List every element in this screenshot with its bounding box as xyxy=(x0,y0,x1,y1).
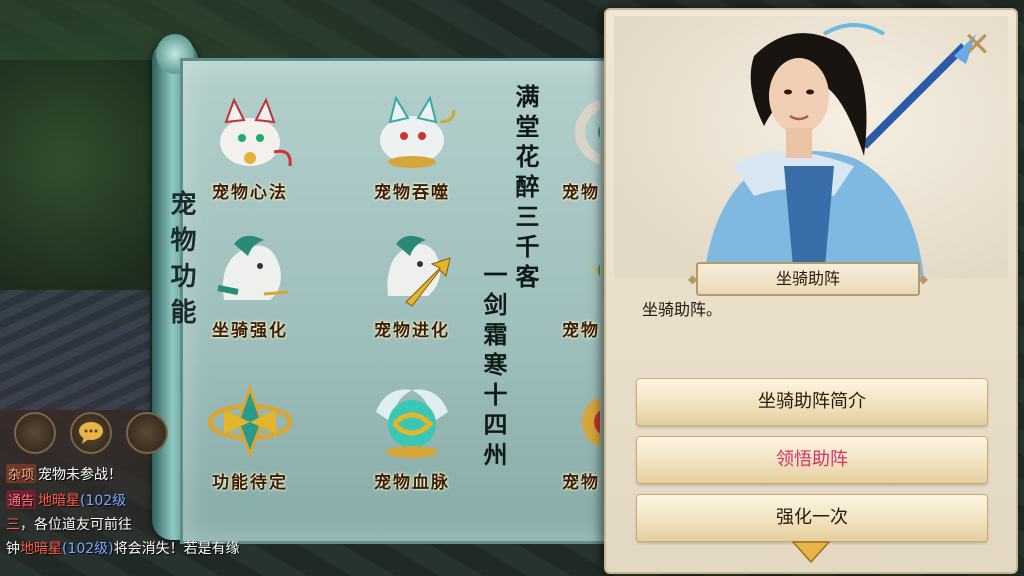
pet-item-pending[interactable]: 功能待定 xyxy=(190,382,310,507)
chat-line: 杂项 宠物未参战！ xyxy=(6,464,122,484)
chat-level: (102级) xyxy=(62,541,114,557)
chat-line: 通告 地暗星(102级 xyxy=(6,490,126,510)
speech-bubble-icon[interactable] xyxy=(70,412,112,454)
poem-line-left: 一剑霜寒十四州 xyxy=(479,262,508,472)
dialog-description: 坐骑助阵。 xyxy=(642,300,723,319)
npc-portrait: ✕ xyxy=(614,16,1008,278)
white-cat-pet-icon xyxy=(204,92,296,172)
pet-item-partial-1[interactable]: 宠物 xyxy=(540,92,600,217)
pet-item-label: 宠物 xyxy=(562,183,600,203)
chat-level: (102级 xyxy=(80,493,127,509)
ring-emblem-icon xyxy=(562,92,600,172)
chat-text: ，各位道友可前往 xyxy=(20,517,132,533)
chat-name[interactable]: 地暗星 xyxy=(38,493,80,509)
pet-item-devour[interactable]: 宠物吞噬 xyxy=(352,92,472,217)
chat-text: 宠物未参战！ xyxy=(38,467,123,483)
pet-item-partial-2[interactable]: 宠物 xyxy=(540,230,600,355)
enhance-once-button[interactable]: 强化一次 xyxy=(636,494,988,542)
close-x-icon[interactable]: ✕ xyxy=(962,28,992,62)
npc-name-plate: 坐骑助阵 xyxy=(688,262,928,296)
chat-tag: 通告 xyxy=(6,490,37,509)
npc-dialog: ✕ 坐骑助阵 坐骑助阵。 坐骑助阵简介 领悟助阵 强化一次 xyxy=(604,8,1018,574)
pet-item-evolve[interactable]: 宠物进化 xyxy=(352,230,472,355)
gold-wing-emblem-icon xyxy=(562,230,600,310)
pet-item-label: 宠物吞噬 xyxy=(374,183,450,203)
white-fox-pet-icon xyxy=(366,92,458,172)
pet-item-label: 坐骑强化 xyxy=(212,321,288,341)
gold-crest-emblem-icon xyxy=(204,382,296,462)
red-gold-emblem-icon xyxy=(562,382,600,462)
background-roof xyxy=(0,290,150,410)
pet-item-label: 宠物 xyxy=(562,321,600,341)
pet-item-label: 功能待定 xyxy=(212,473,288,493)
pet-item-heart-method[interactable]: 宠物心法 xyxy=(190,92,310,217)
pet-item-mount-enhance[interactable]: 坐骑强化 xyxy=(190,230,310,355)
white-horse-mount-icon xyxy=(204,230,296,310)
comprehend-assist-button[interactable]: 领悟助阵 xyxy=(636,436,988,484)
horse-evolve-arrow-icon xyxy=(366,230,458,310)
chat-name[interactable]: 地暗星 xyxy=(20,541,62,557)
chat-prefix: 三 xyxy=(6,517,20,533)
pet-item-label: 宠物 xyxy=(562,473,600,493)
avatar-chat-icon[interactable] xyxy=(14,412,56,454)
pet-item-label: 宠物血脉 xyxy=(374,473,450,493)
chevron-down-icon[interactable] xyxy=(791,540,831,564)
chat-line: 三，各位道友可前往 xyxy=(6,514,132,534)
pet-item-label: 宠物心法 xyxy=(212,183,288,203)
chat-text: 钟 xyxy=(6,541,20,557)
chat-text: 将会消失！若是有缘 xyxy=(113,541,240,557)
mount-assist-intro-button[interactable]: 坐骑助阵简介 xyxy=(636,378,988,426)
chat-tag: 杂项 xyxy=(6,464,37,483)
pet-item-partial-3[interactable]: 宠物 xyxy=(540,382,600,507)
pet-item-label: 宠物进化 xyxy=(374,321,450,341)
poem-line-right: 满堂花醉三千客 xyxy=(511,84,540,294)
microphone-icon[interactable] xyxy=(126,412,168,454)
background-tree xyxy=(0,60,160,320)
chat-line: 钟地暗星(102级)将会消失！若是有缘 xyxy=(6,538,240,558)
pet-item-bloodline[interactable]: 宠物血脉 xyxy=(352,382,472,507)
cyan-orb-bloodline-icon xyxy=(366,382,458,462)
